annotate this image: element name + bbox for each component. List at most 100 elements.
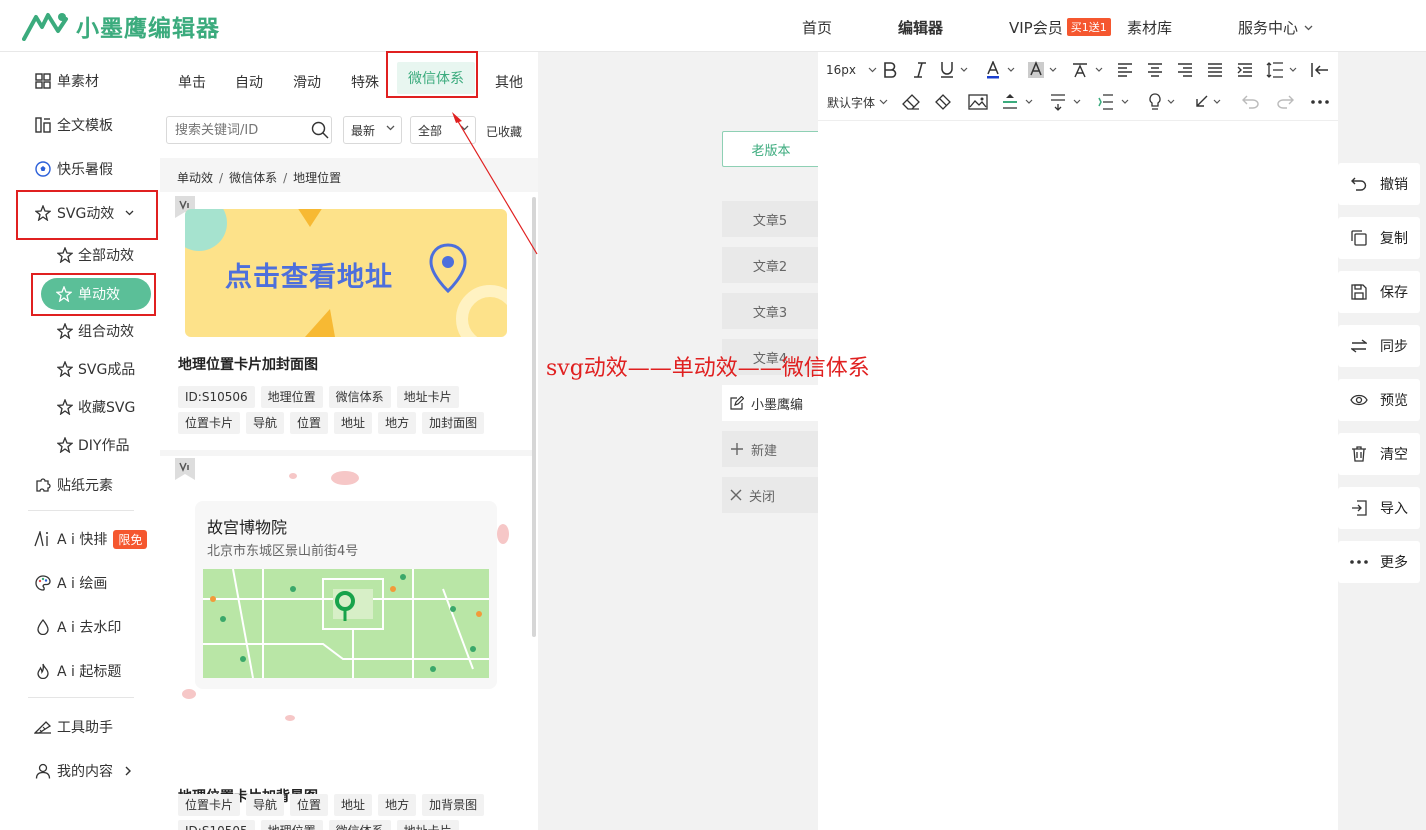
highlight-color-icon[interactable] (1028, 60, 1060, 80)
nav-editor[interactable]: 编辑器 (898, 17, 943, 38)
italic-icon[interactable] (912, 60, 928, 80)
left-nav-single-material[interactable]: 单素材 (34, 70, 99, 92)
left-nav-label: 组合动效 (78, 324, 134, 340)
tag[interactable]: 加封面图 (422, 412, 485, 434)
editor-canvas[interactable]: 16px 默认字体 (818, 52, 1338, 830)
new-article-button[interactable]: 新建 (722, 431, 818, 467)
nav-service[interactable]: 服务中心 (1238, 17, 1313, 38)
tab-wechat[interactable]: 微信体系 (397, 62, 475, 94)
tag[interactable]: 地方 (378, 412, 417, 434)
sync-button[interactable]: 同步 (1338, 325, 1420, 367)
current-article-tab[interactable]: 小墨鹰编 (722, 385, 818, 421)
favorites-link[interactable]: 已收藏 (486, 123, 522, 140)
left-nav-ai-title[interactable]: A i 起标题 (34, 660, 121, 682)
image-icon[interactable] (968, 92, 988, 112)
nav-materials[interactable]: 素材库 (1127, 17, 1172, 38)
left-nav-ai-watermark[interactable]: A i 去水印 (34, 616, 121, 638)
search-icon[interactable] (310, 120, 330, 140)
filter-select[interactable]: 全部 (410, 116, 476, 144)
indent-icon[interactable] (1236, 60, 1254, 80)
material-card[interactable]: 点击查看地址 地理位置卡片加封面图 ID:S10506 地理位置 微信体系 地址… (165, 194, 527, 450)
article-tab[interactable]: 文章5 (722, 201, 818, 237)
sort-select[interactable]: 最新 (343, 116, 402, 144)
bold-icon[interactable] (882, 60, 898, 80)
breadcrumb-item[interactable]: 微信体系 (229, 171, 277, 185)
underline-icon[interactable] (940, 60, 970, 80)
font-family-select[interactable]: 默认字体 (827, 92, 888, 112)
tag[interactable]: 地址卡片 (396, 820, 459, 830)
tag[interactable]: 位置 (290, 412, 329, 434)
divider-line-icon[interactable] (1002, 92, 1036, 112)
search-input[interactable] (166, 116, 332, 144)
text-effect-icon[interactable] (1072, 60, 1106, 80)
tab-slide[interactable]: 滑动 (293, 72, 321, 92)
align-left-icon[interactable] (1116, 60, 1134, 80)
align-right-icon[interactable] (1176, 60, 1194, 80)
clear-button[interactable]: 清空 (1338, 433, 1420, 475)
panel-scrollbar[interactable] (532, 197, 536, 637)
article-tab[interactable]: 文章2 (722, 247, 818, 283)
left-nav-svg-product[interactable]: SVG成品 (56, 358, 135, 380)
more-options-icon[interactable] (1310, 92, 1330, 112)
save-button[interactable]: 保存 (1338, 271, 1420, 313)
nav-home[interactable]: 首页 (802, 17, 832, 38)
tag[interactable]: 导航 (246, 412, 285, 434)
left-nav-ai-paint[interactable]: A i 绘画 (34, 572, 107, 594)
align-justify-icon[interactable] (1206, 60, 1224, 80)
tag[interactable]: 微信体系 (328, 820, 391, 830)
tag[interactable]: 微信体系 (328, 386, 391, 408)
left-nav-single-effect[interactable]: 单动效 (41, 278, 151, 310)
tag[interactable]: 地址 (334, 412, 373, 434)
undo-icon[interactable] (1242, 92, 1260, 112)
tag[interactable]: 位置卡片 (178, 412, 241, 434)
tag[interactable]: 地理位置 (260, 820, 323, 830)
left-nav-ai-layout[interactable]: A i 快排 限免 (34, 528, 148, 550)
nav-vip[interactable]: VIP会员 买1送1 (1009, 17, 1111, 38)
left-nav-svg-effects[interactable]: SVG动效 (34, 202, 143, 224)
tag[interactable]: 加背景图 (422, 794, 485, 816)
line-height-icon[interactable] (1266, 60, 1300, 80)
left-nav-summer[interactable]: 快乐暑假 (34, 158, 113, 180)
tab-click[interactable]: 单击 (178, 72, 206, 92)
logo[interactable]: 小墨鹰编辑器 (22, 9, 220, 43)
left-nav-stickers[interactable]: 贴纸元素 (34, 474, 113, 496)
left-nav-tools[interactable]: 工具助手 (34, 716, 113, 738)
tab-special[interactable]: 特殊 (351, 72, 379, 92)
format-painter-icon[interactable] (934, 92, 952, 112)
left-nav-fav-svg[interactable]: 收藏SVG (56, 396, 135, 418)
font-color-icon[interactable] (986, 60, 1018, 80)
redo-icon[interactable] (1276, 92, 1294, 112)
arrow-icon[interactable] (1194, 92, 1224, 112)
tag[interactable]: 导航 (246, 794, 285, 816)
tag[interactable]: 地理位置 (260, 386, 323, 408)
article-tab[interactable]: 文章3 (722, 293, 818, 329)
exit-fullscreen-icon[interactable] (1310, 60, 1330, 80)
margin-icon[interactable] (1098, 92, 1132, 112)
material-card[interactable]: 故宫博物院 北京市东城区景山前街4号 地理位置卡片加背景图 ID:S10505 … (165, 456, 527, 830)
more-button[interactable]: 更多 (1338, 541, 1420, 583)
align-center-icon[interactable] (1146, 60, 1164, 80)
tag[interactable]: 地方 (378, 794, 417, 816)
left-nav-diy[interactable]: DIY作品 (56, 434, 129, 456)
left-nav-all-effects[interactable]: 全部动效 (56, 244, 134, 266)
eraser-icon[interactable] (902, 92, 920, 112)
left-nav-my-content[interactable]: 我的内容 (34, 760, 142, 782)
left-nav-full-template[interactable]: 全文模板 (34, 114, 113, 136)
paragraph-spacing-icon[interactable] (1050, 92, 1084, 112)
tag[interactable]: 位置 (290, 794, 329, 816)
old-version-button[interactable]: 老版本 (722, 131, 820, 167)
tag[interactable]: 地址卡片 (396, 386, 459, 408)
undo-button[interactable]: 撤销 (1338, 163, 1420, 205)
close-article-button[interactable]: 关闭 (722, 477, 818, 513)
tab-auto[interactable]: 自动 (235, 72, 263, 92)
copy-button[interactable]: 复制 (1338, 217, 1420, 259)
left-nav-combo-effect[interactable]: 组合动效 (56, 320, 134, 342)
tab-other[interactable]: 其他 (495, 72, 523, 92)
tag[interactable]: 地址 (334, 794, 373, 816)
lightbulb-icon[interactable] (1148, 92, 1178, 112)
breadcrumb-item[interactable]: 单动效 (177, 171, 213, 185)
font-size-select[interactable]: 16px (826, 60, 877, 80)
preview-button[interactable]: 预览 (1338, 379, 1420, 421)
import-button[interactable]: 导入 (1338, 487, 1420, 529)
tag[interactable]: 位置卡片 (178, 794, 241, 816)
